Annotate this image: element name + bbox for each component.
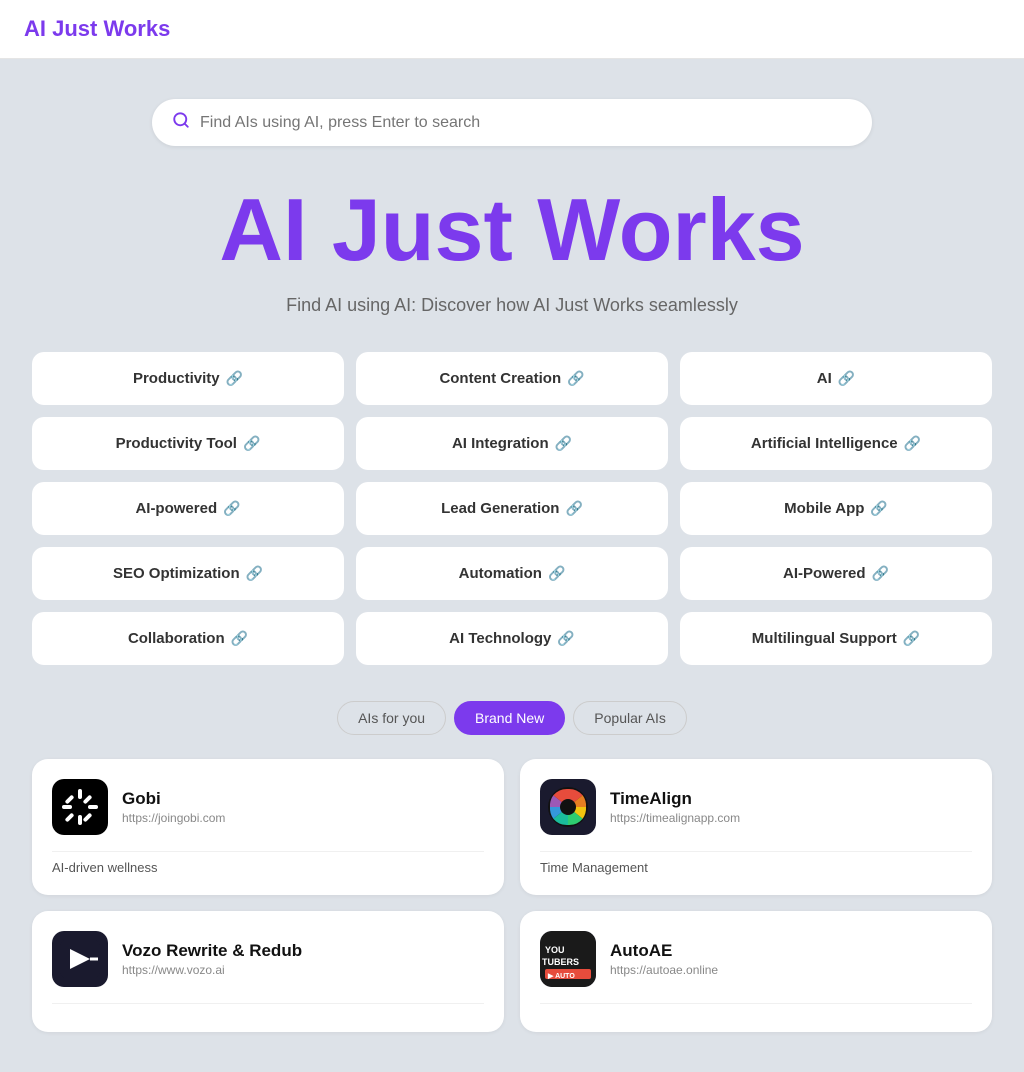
category-label: AI Technology bbox=[449, 630, 551, 647]
card-tag bbox=[52, 1003, 484, 1012]
card-name: Gobi bbox=[122, 789, 225, 809]
link-icon: 🔗 bbox=[557, 630, 574, 647]
category-multilingual-support[interactable]: Multilingual Support 🔗 bbox=[680, 612, 992, 665]
card-tag: AI-driven wellness bbox=[52, 851, 484, 875]
link-icon: 🔗 bbox=[838, 370, 855, 387]
category-label: Artificial Intelligence bbox=[751, 435, 898, 452]
link-icon: 🔗 bbox=[555, 435, 572, 452]
link-icon: 🔗 bbox=[243, 435, 260, 452]
category-productivity-tool[interactable]: Productivity Tool 🔗 bbox=[32, 417, 344, 470]
hero-title: AI Just Works bbox=[20, 182, 1004, 279]
card-tag: Time Management bbox=[540, 851, 972, 875]
card-url: https://autoae.online bbox=[610, 963, 718, 977]
category-collaboration[interactable]: Collaboration 🔗 bbox=[32, 612, 344, 665]
link-icon: 🔗 bbox=[226, 370, 243, 387]
svg-text:YOU: YOU bbox=[545, 945, 565, 955]
ai-cards-grid: Gobi https://joingobi.com AI-driven well… bbox=[32, 759, 992, 1032]
category-label: Productivity bbox=[133, 370, 220, 387]
ai-card-autoae[interactable]: YOU TUBERS ▶ AUTO AutoAE https://autoae.… bbox=[520, 911, 992, 1032]
category-automation[interactable]: Automation 🔗 bbox=[356, 547, 668, 600]
link-icon: 🔗 bbox=[567, 370, 584, 387]
link-icon: 🔗 bbox=[872, 565, 889, 582]
category-ai[interactable]: AI 🔗 bbox=[680, 352, 992, 405]
hero-subtitle: Find AI using AI: Discover how AI Just W… bbox=[20, 295, 1004, 316]
card-header: YOU TUBERS ▶ AUTO AutoAE https://autoae.… bbox=[540, 931, 972, 987]
category-label: Mobile App bbox=[784, 500, 864, 517]
ai-card-gobi[interactable]: Gobi https://joingobi.com AI-driven well… bbox=[32, 759, 504, 895]
link-icon: 🔗 bbox=[246, 565, 263, 582]
link-icon: 🔗 bbox=[565, 500, 582, 517]
card-logo-timealign bbox=[540, 779, 596, 835]
card-info: Gobi https://joingobi.com bbox=[122, 789, 225, 825]
category-ai-integration[interactable]: AI Integration 🔗 bbox=[356, 417, 668, 470]
main-content: AI Just Works Find AI using AI: Discover… bbox=[0, 59, 1024, 1072]
card-tag bbox=[540, 1003, 972, 1012]
category-grid: Productivity 🔗 Content Creation 🔗 AI 🔗 P… bbox=[32, 352, 992, 665]
link-icon: 🔗 bbox=[904, 435, 921, 452]
card-url: https://www.vozo.ai bbox=[122, 963, 302, 977]
category-label: Lead Generation bbox=[441, 500, 559, 517]
category-artificial-intelligence[interactable]: Artificial Intelligence 🔗 bbox=[680, 417, 992, 470]
card-url: https://joingobi.com bbox=[122, 811, 225, 825]
card-info: Vozo Rewrite & Redub https://www.vozo.ai bbox=[122, 941, 302, 977]
category-lead-generation[interactable]: Lead Generation 🔗 bbox=[356, 482, 668, 535]
card-url: https://timealignapp.com bbox=[610, 811, 740, 825]
category-label: AI-powered bbox=[135, 500, 217, 517]
card-header: Gobi https://joingobi.com bbox=[52, 779, 484, 835]
site-logo[interactable]: AI Just Works bbox=[24, 16, 170, 41]
category-label: AI bbox=[817, 370, 832, 387]
hero-section: AI Just Works Find AI using AI: Discover… bbox=[20, 182, 1004, 316]
card-name: TimeAlign bbox=[610, 789, 740, 809]
category-label: SEO Optimization bbox=[113, 565, 240, 582]
svg-text:▶ AUTO: ▶ AUTO bbox=[547, 973, 575, 980]
card-info: TimeAlign https://timealignapp.com bbox=[610, 789, 740, 825]
search-bar bbox=[152, 99, 872, 146]
category-content-creation[interactable]: Content Creation 🔗 bbox=[356, 352, 668, 405]
card-header: TimeAlign https://timealignapp.com bbox=[540, 779, 972, 835]
link-icon: 🔗 bbox=[548, 565, 565, 582]
link-icon: 🔗 bbox=[870, 500, 887, 517]
card-header: Vozo Rewrite & Redub https://www.vozo.ai bbox=[52, 931, 484, 987]
category-seo-optimization[interactable]: SEO Optimization 🔗 bbox=[32, 547, 344, 600]
category-label: Collaboration bbox=[128, 630, 225, 647]
tab-for-you[interactable]: AIs for you bbox=[337, 701, 446, 735]
link-icon: 🔗 bbox=[223, 500, 240, 517]
tab-popular[interactable]: Popular AIs bbox=[573, 701, 687, 735]
svg-text:TUBERS: TUBERS bbox=[542, 957, 579, 967]
category-ai-powered-2[interactable]: AI-Powered 🔗 bbox=[680, 547, 992, 600]
card-logo-gobi bbox=[52, 779, 108, 835]
category-label: Productivity Tool bbox=[116, 435, 237, 452]
card-logo-autoae: YOU TUBERS ▶ AUTO bbox=[540, 931, 596, 987]
filter-tabs: AIs for you Brand New Popular AIs bbox=[20, 701, 1004, 735]
search-icon bbox=[172, 111, 190, 134]
category-label: Automation bbox=[459, 565, 542, 582]
category-label: Multilingual Support bbox=[752, 630, 897, 647]
category-label: Content Creation bbox=[439, 370, 561, 387]
category-productivity[interactable]: Productivity 🔗 bbox=[32, 352, 344, 405]
tab-brand-new[interactable]: Brand New bbox=[454, 701, 565, 735]
category-label: AI Integration bbox=[452, 435, 549, 452]
category-ai-powered[interactable]: AI-powered 🔗 bbox=[32, 482, 344, 535]
card-logo-vozo bbox=[52, 931, 108, 987]
card-name: AutoAE bbox=[610, 941, 718, 961]
card-info: AutoAE https://autoae.online bbox=[610, 941, 718, 977]
category-mobile-app[interactable]: Mobile App 🔗 bbox=[680, 482, 992, 535]
card-name: Vozo Rewrite & Redub bbox=[122, 941, 302, 961]
search-section bbox=[20, 99, 1004, 146]
category-label: AI-Powered bbox=[783, 565, 866, 582]
ai-card-vozo[interactable]: Vozo Rewrite & Redub https://www.vozo.ai bbox=[32, 911, 504, 1032]
search-input[interactable] bbox=[200, 114, 852, 132]
link-icon: 🔗 bbox=[903, 630, 920, 647]
ai-card-timealign[interactable]: TimeAlign https://timealignapp.com Time … bbox=[520, 759, 992, 895]
site-header: AI Just Works bbox=[0, 0, 1024, 59]
link-icon: 🔗 bbox=[231, 630, 248, 647]
category-ai-technology[interactable]: AI Technology 🔗 bbox=[356, 612, 668, 665]
